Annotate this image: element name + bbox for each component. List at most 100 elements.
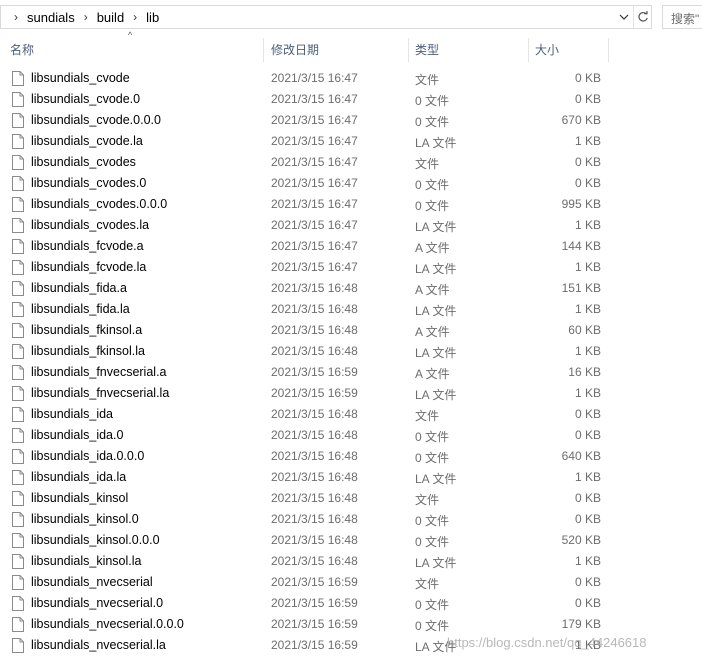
file-row[interactable]: libsundials_ida.0 2021/3/15 16:48 0 文件 0 KB (0, 426, 702, 447)
file-date: 2021/3/15 16:47 (271, 176, 358, 190)
file-name[interactable]: libsundials_fida.a (31, 281, 127, 295)
column-divider[interactable] (608, 38, 609, 62)
file-date: 2021/3/15 16:47 (271, 218, 358, 232)
file-row[interactable]: libsundials_cvode.0.0.0 2021/3/15 16:47 0 … (0, 111, 702, 132)
file-row[interactable]: libsundials_cvodes.0.0.0 2021/3/15 16:47 0… (0, 195, 702, 216)
file-name[interactable]: libsundials_fida.la (31, 302, 130, 316)
file-name[interactable]: libsundials_kinsol.0 (31, 512, 139, 526)
file-name[interactable]: libsundials_fcvode.a (31, 239, 144, 253)
file-name[interactable]: libsundials_fkinsol.a (31, 323, 142, 337)
file-row[interactable]: libsundials_cvode.0 2021/3/15 16:47 0 文件 0 … (0, 90, 702, 111)
file-row[interactable]: libsundials_fnvecserial.a 2021/3/15 16:59… (0, 363, 702, 384)
file-row[interactable]: libsundials_cvodes.la 2021/3/15 16:47 LA 文… (0, 216, 702, 237)
file-size: 640 KB (561, 449, 601, 463)
breadcrumb: › sundials › build › lib (7, 6, 161, 28)
file-type: LA 文件 (415, 640, 457, 654)
file-row[interactable]: libsundials_ida.0.0.0 2021/3/15 16:48 0 文件… (0, 447, 702, 468)
file-name[interactable]: libsundials_nvecserial.0.0.0 (31, 617, 184, 631)
column-divider[interactable] (528, 38, 529, 62)
file-type: A 文件 (415, 241, 450, 255)
file-name[interactable]: libsundials_kinsol.0.0.0 (31, 533, 160, 547)
file-row[interactable]: libsundials_kinsol.la 2021/3/15 16:48 LA 文… (0, 552, 702, 573)
file-row[interactable]: libsundials_ida.la 2021/3/15 16:48 LA 文件 1 … (0, 468, 702, 489)
file-row[interactable]: libsundials_cvodes.0 2021/3/15 16:47 0 文件 0… (0, 174, 702, 195)
column-divider[interactable] (408, 38, 409, 62)
file-row[interactable]: libsundials_nvecserial.la 2021/3/15 16:59… (0, 636, 702, 657)
file-name[interactable]: libsundials_fnvecserial.la (31, 386, 169, 400)
file-date: 2021/3/15 16:59 (271, 596, 358, 610)
breadcrumb-item-build[interactable]: build (95, 10, 126, 25)
chevron-right-icon[interactable]: › (77, 10, 95, 24)
file-row[interactable]: libsundials_fida.a 2021/3/15 16:48 A 文件 151… (0, 279, 702, 300)
file-name[interactable]: libsundials_ida (31, 407, 113, 421)
file-name[interactable]: libsundials_nvecserial.la (31, 638, 166, 652)
chevron-down-icon[interactable] (615, 6, 633, 28)
file-name[interactable]: libsundials_cvode (31, 71, 130, 85)
file-name[interactable]: libsundials_kinsol.la (31, 554, 141, 568)
file-date: 2021/3/15 16:48 (271, 554, 358, 568)
file-name[interactable]: libsundials_cvodes.la (31, 218, 149, 232)
column-divider[interactable] (263, 38, 264, 62)
file-name[interactable]: libsundials_nvecserial.0 (31, 596, 163, 610)
sort-ascending-icon: ^ (128, 30, 133, 40)
file-row[interactable]: libsundials_fcvode.la 2021/3/15 16:47 LA 文… (0, 258, 702, 279)
file-size: 151 KB (561, 281, 601, 295)
file-row[interactable]: libsundials_ida 2021/3/15 16:48 文件 0 KB (0, 405, 702, 426)
file-date: 2021/3/15 16:47 (271, 92, 358, 106)
file-name[interactable]: libsundials_ida.0 (31, 428, 123, 442)
file-icon (12, 239, 24, 254)
file-row[interactable]: libsundials_fkinsol.la 2021/3/15 16:48 LA … (0, 342, 702, 363)
search-input[interactable]: 搜索" (662, 5, 702, 29)
file-size: 0 KB (574, 176, 601, 190)
file-row[interactable]: libsundials_kinsol 2021/3/15 16:48 文件 0 KB (0, 489, 702, 510)
file-icon (12, 134, 24, 149)
file-name[interactable]: libsundials_ida.0.0.0 (31, 449, 144, 463)
file-type: LA 文件 (415, 472, 457, 486)
file-type: 文件 (415, 577, 440, 591)
file-size: 179 KB (561, 617, 601, 631)
chevron-right-icon[interactable]: › (126, 10, 144, 24)
file-row[interactable]: libsundials_cvode 2021/3/15 16:47 文件 0 KB (0, 69, 702, 90)
refresh-icon[interactable] (633, 6, 652, 28)
file-row[interactable]: libsundials_nvecserial 2021/3/15 16:59 文件 0… (0, 573, 702, 594)
file-name[interactable]: libsundials_fcvode.la (31, 260, 146, 274)
file-name[interactable]: libsundials_cvodes.0.0.0 (31, 197, 167, 211)
file-row[interactable]: libsundials_fcvode.a 2021/3/15 16:47 A 文件 1… (0, 237, 702, 258)
breadcrumb-item-sundials[interactable]: sundials (25, 10, 77, 25)
file-name[interactable]: libsundials_cvode.la (31, 134, 143, 148)
file-name[interactable]: libsundials_ida.la (31, 470, 126, 484)
file-row[interactable]: libsundials_fida.la 2021/3/15 16:48 LA 文件 1… (0, 300, 702, 321)
file-row[interactable]: libsundials_kinsol.0.0.0 2021/3/15 16:48 0… (0, 531, 702, 552)
file-type: 文件 (415, 73, 440, 87)
file-type: 0 文件 (415, 514, 450, 528)
file-name[interactable]: libsundials_fnvecserial.a (31, 365, 167, 379)
file-size: 1 KB (574, 218, 601, 232)
column-header-type[interactable]: 类型 (415, 34, 439, 64)
file-name[interactable]: libsundials_cvode.0 (31, 92, 140, 106)
file-row[interactable]: libsundials_nvecserial.0 2021/3/15 16:59 0… (0, 594, 702, 615)
file-row[interactable]: libsundials_cvode.la 2021/3/15 16:47 LA 文件… (0, 132, 702, 153)
address-bar[interactable]: › sundials › build › lib (0, 5, 652, 29)
file-row[interactable]: libsundials_nvecserial.0.0.0 2021/3/15 16… (0, 615, 702, 636)
file-row[interactable]: libsundials_kinsol.0 2021/3/15 16:48 0 文件 0… (0, 510, 702, 531)
file-name[interactable]: libsundials_cvode.0.0.0 (31, 113, 161, 127)
file-name[interactable]: libsundials_nvecserial (31, 575, 153, 589)
file-date: 2021/3/15 16:59 (271, 386, 358, 400)
file-icon (12, 638, 24, 653)
file-date: 2021/3/15 16:48 (271, 407, 358, 421)
file-name[interactable]: libsundials_kinsol (31, 491, 128, 505)
file-icon (12, 428, 24, 443)
column-header-date[interactable]: 修改日期 (271, 34, 319, 64)
file-row[interactable]: libsundials_cvodes 2021/3/15 16:47 文件 0 KB (0, 153, 702, 174)
file-name[interactable]: libsundials_fkinsol.la (31, 344, 145, 358)
file-date: 2021/3/15 16:48 (271, 470, 358, 484)
file-date: 2021/3/15 16:47 (271, 260, 358, 274)
file-name[interactable]: libsundials_cvodes (31, 155, 136, 169)
chevron-right-icon[interactable]: › (7, 10, 25, 24)
column-header-size[interactable]: 大小 (535, 34, 559, 64)
file-name[interactable]: libsundials_cvodes.0 (31, 176, 146, 190)
breadcrumb-item-lib[interactable]: lib (144, 10, 161, 25)
file-row[interactable]: libsundials_fkinsol.a 2021/3/15 16:48 A 文件… (0, 321, 702, 342)
file-row[interactable]: libsundials_fnvecserial.la 2021/3/15 16:5… (0, 384, 702, 405)
column-header-name[interactable]: 名称 (10, 34, 34, 64)
